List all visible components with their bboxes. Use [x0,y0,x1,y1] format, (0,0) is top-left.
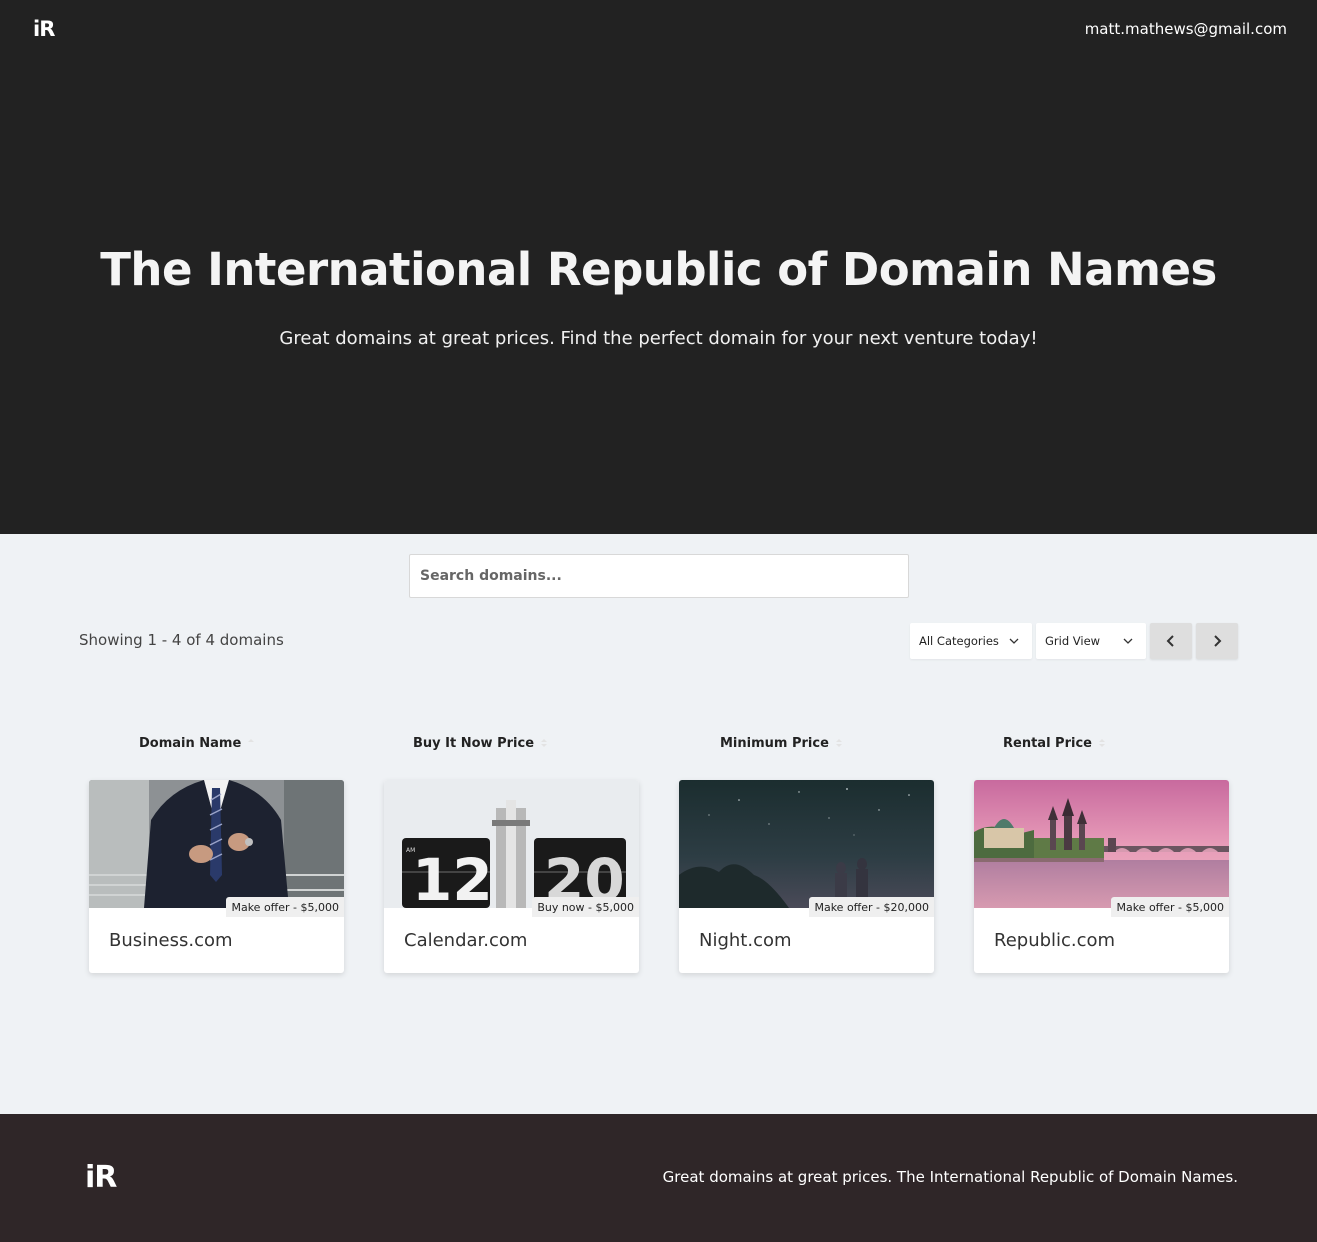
next-page-button[interactable] [1196,623,1238,659]
results-count: Showing 1 - 4 of 4 domains [79,631,284,649]
domain-card[interactable]: 12 20 AM Buy now - $5,000 Calendar.com [384,780,639,973]
category-select-value: All Categories [919,634,999,648]
view-select-value: Grid View [1045,634,1101,648]
column-label: Domain Name [139,736,242,751]
domain-image [974,780,1229,908]
domain-card[interactable]: Make offer - $20,000 Night.com [679,780,934,973]
column-label: Rental Price [1003,736,1092,751]
price-badge: Make offer - $5,000 [1111,897,1229,917]
prev-page-button[interactable] [1150,623,1192,659]
chevron-down-icon [1123,638,1133,644]
domain-name[interactable]: Business.com [109,930,233,951]
clock-digits: 12 [412,846,493,908]
search-box [409,554,909,598]
price-badge: Make offer - $20,000 [809,897,934,917]
search-input[interactable] [410,555,908,597]
chevron-down-icon [1009,638,1019,644]
footer-logo[interactable]: iR [85,1161,117,1195]
hero-section: iR matt.mathews@gmail.com The Internatio… [0,0,1317,534]
user-email[interactable]: matt.mathews@gmail.com [1085,20,1287,38]
hero-subtitle: Great domains at great prices. Find the … [279,328,1038,349]
chevron-left-icon [1166,635,1174,647]
domain-card[interactable]: Make offer - $5,000 Business.com [89,780,344,973]
sort-minimum-price[interactable]: Minimum Price [720,736,843,751]
sort-buy-it-now-price[interactable]: Buy It Now Price [413,736,548,751]
domain-image: 12 20 AM [384,780,639,908]
sort-icon [835,739,842,747]
sort-icon [1098,739,1105,747]
footer-tagline: Great domains at great prices. The Inter… [662,1168,1238,1186]
sort-domain-name[interactable]: Domain Name [139,736,255,751]
sort-icon [248,739,255,742]
price-badge: Make offer - $5,000 [226,897,344,917]
domain-name[interactable]: Republic.com [994,930,1115,951]
view-select[interactable]: Grid View [1036,623,1146,659]
column-label: Minimum Price [720,736,829,751]
domain-image [89,780,344,908]
sort-rental-price[interactable]: Rental Price [1003,736,1106,751]
domain-name[interactable]: Night.com [699,930,792,951]
column-label: Buy It Now Price [413,736,535,751]
domain-name[interactable]: Calendar.com [404,930,527,951]
chevron-right-icon [1214,635,1222,647]
domain-card[interactable]: Make offer - $5,000 Republic.com [974,780,1229,973]
sort-icon [541,739,548,747]
domain-image [679,780,934,908]
logo[interactable]: iR [33,17,55,41]
category-select[interactable]: All Categories [910,623,1032,659]
page-title: The International Republic of Domain Nam… [100,243,1217,296]
footer: iR Great domains at great prices. The In… [0,1114,1317,1242]
price-badge: Buy now - $5,000 [532,897,639,917]
clock-am-label: AM [406,847,415,854]
